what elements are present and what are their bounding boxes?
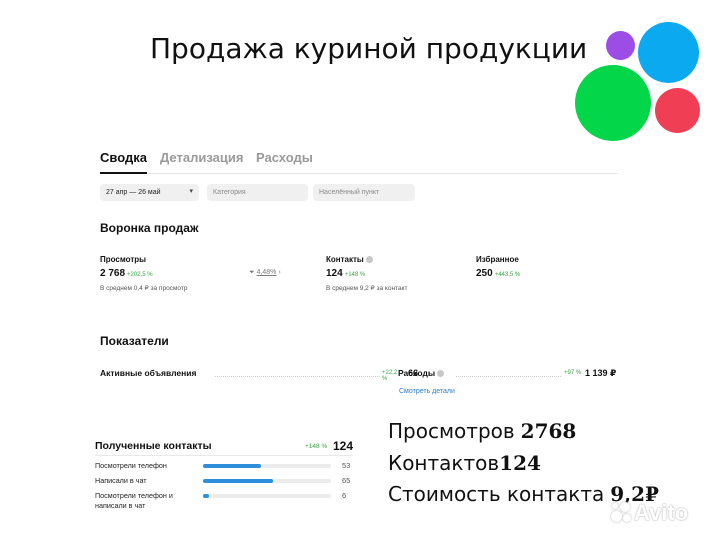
category-select[interactable]: Категория	[207, 184, 308, 201]
stats-tabs: Сводка Детализация Расходы	[100, 150, 618, 174]
tab-expenses[interactable]: Расходы	[256, 150, 313, 165]
divider	[95, 455, 353, 456]
received-contacts-title: Полученные контакты	[95, 440, 212, 452]
views-delta: +202,5 %	[127, 272, 153, 278]
location-select[interactable]: Населённый пункт	[313, 184, 415, 201]
active-ads-label: Активные объявления	[100, 368, 197, 378]
date-range-value: 27 апр — 26 май	[106, 189, 161, 196]
conversion-value: 4,48%	[256, 269, 277, 276]
summary-views: Просмотров 2768	[388, 419, 576, 443]
active-ads-delta: +22,2 %	[382, 370, 398, 382]
contacts-average: В среднем 9,2 ₽ за контакт	[326, 285, 408, 292]
logo-green-circle	[575, 65, 651, 141]
see-details-link[interactable]: Смотреть детали	[399, 388, 455, 395]
funnel-views: Просмотры 2 768 +202,5 % В среднем 0,4 ₽ …	[100, 255, 187, 292]
received-contacts-delta: +148 %	[305, 443, 328, 450]
funnel-contacts: Контакты 124 +148 % В среднем 9,2 ₽ за ко…	[326, 255, 407, 292]
metrics-title: Показатели	[100, 334, 169, 348]
date-range-select[interactable]: 27 апр — 26 май ▾	[100, 184, 199, 201]
views-label: Просмотры	[100, 255, 147, 264]
contact-row-value: 65	[342, 476, 351, 485]
chevron-right-icon: ›	[278, 269, 281, 276]
summary-contacts-value: 124	[499, 451, 541, 475]
dotted-leader	[215, 376, 380, 377]
filter-funnel-icon: ⏷	[249, 269, 255, 276]
contact-row-label: Написали в чат	[95, 476, 147, 485]
progress-track	[203, 494, 331, 498]
expenses-delta: +97 %	[564, 370, 582, 376]
received-contacts-total: 124	[333, 439, 354, 453]
views-average: В среднем 0,4 ₽ за просмотр	[100, 285, 188, 292]
avito-logo	[572, 20, 704, 141]
progress-fill	[203, 479, 274, 483]
contact-row: Посмотрели телефон и написали в чат 6	[95, 491, 353, 511]
slide-title: Продажа куриной продукции	[150, 32, 588, 65]
info-icon[interactable]	[365, 256, 373, 264]
funnel-favorites: Избранное 250 +443,5 %	[476, 255, 520, 279]
contact-row-value: 6	[342, 491, 347, 500]
active-ads-row: Активные объявления +22,2 % 66	[100, 368, 418, 382]
summary-contacts-label: Контактов	[388, 451, 500, 475]
logo-purple-circle	[606, 31, 635, 60]
progress-fill	[203, 464, 261, 468]
views-value: 2 768	[100, 268, 126, 279]
contact-row-value: 53	[342, 461, 351, 470]
logo-blue-circle	[638, 22, 699, 83]
summary-contacts: Контактов124	[388, 451, 541, 475]
watermark-dots-icon	[610, 501, 632, 525]
favorites-label: Избранное	[476, 255, 519, 264]
summary-cost-label: Стоимость контакта	[388, 482, 605, 506]
avito-watermark: Avito	[634, 500, 689, 525]
favorites-value: 250	[476, 268, 493, 279]
contact-row-label: Посмотрели телефон	[95, 461, 167, 470]
contacts-delta: +148 %	[344, 272, 366, 278]
expenses-row: Расходы +97 % 1 139 ₽	[398, 368, 620, 382]
info-icon[interactable]	[437, 370, 445, 378]
progress-track	[203, 464, 331, 468]
expenses-value: 1 139 ₽	[585, 368, 617, 378]
contacts-label: Контакты	[326, 255, 364, 264]
expenses-label: Расходы	[398, 368, 436, 378]
funnel-title: Воронка продаж	[100, 221, 199, 235]
chevron-down-icon: ▾	[189, 188, 193, 195]
conversion-indicator[interactable]: ⏷ 4,48% ›	[249, 269, 281, 277]
contact-row-label: Посмотрели телефон и написали в чат	[95, 491, 173, 510]
progress-fill	[203, 494, 210, 498]
contacts-value: 124	[326, 268, 343, 279]
progress-track	[203, 479, 331, 483]
favorites-delta: +443,5 %	[494, 272, 521, 278]
summary-views-label: Просмотров	[388, 419, 515, 443]
logo-red-circle	[655, 88, 700, 133]
summary-views-value: 2768	[520, 419, 577, 443]
tab-summary[interactable]: Сводка	[100, 150, 147, 174]
dotted-leader	[456, 376, 561, 377]
tab-details[interactable]: Детализация	[160, 150, 243, 165]
